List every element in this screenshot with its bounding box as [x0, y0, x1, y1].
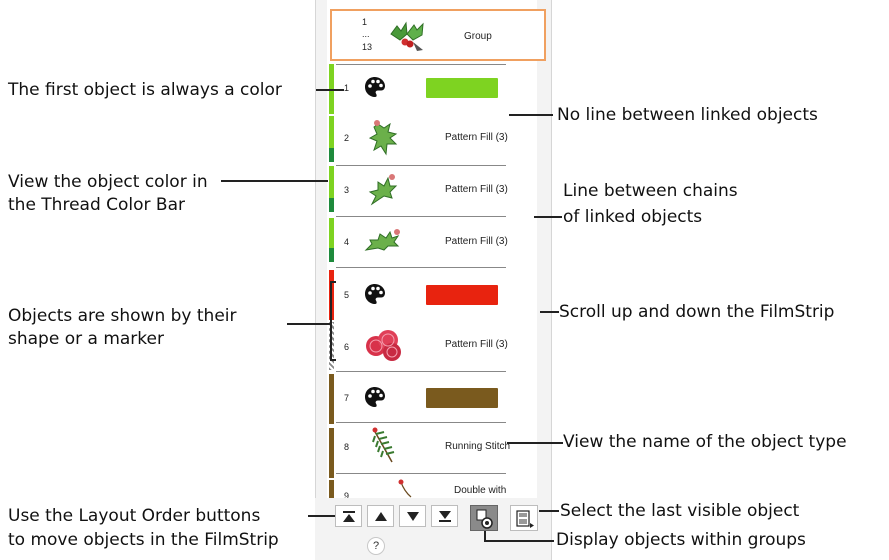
group-eye-icon: [476, 509, 493, 529]
callout-bracket: [330, 281, 336, 283]
thread-color-bar-green-4: [329, 218, 334, 248]
callout-layout-order-line2: to move objects in the FilmStrip: [8, 530, 279, 550]
thread-color-bar-green-2: [329, 116, 334, 148]
callout-bracket: [330, 359, 336, 361]
callout-line: [539, 510, 559, 512]
thread-color-bar-darkgreen-3: [329, 248, 334, 262]
group-range-end: 13: [362, 42, 373, 52]
row-label: Pattern Fill (3): [445, 339, 508, 350]
callout-line: [534, 216, 562, 218]
move-down-button[interactable]: [399, 505, 426, 527]
callout-line: [509, 114, 553, 116]
separator: [336, 371, 506, 372]
row-label: Pattern Fill (3): [445, 236, 508, 247]
row-number: 6: [344, 342, 350, 352]
thread-color-bar-brown-3: [329, 480, 334, 498]
holly-leaf-icon: [368, 120, 398, 156]
separator: [336, 422, 506, 423]
thread-color-bar-darkgreen-1: [329, 148, 334, 162]
thread-color-bar-brown-1: [329, 374, 334, 424]
row-number: 7: [344, 393, 350, 403]
callout-first-object: The first object is always a color: [8, 80, 282, 100]
palette-icon: [365, 284, 385, 304]
color-swatch: [426, 285, 498, 305]
thread-color-bar-brown-2: [329, 428, 334, 478]
holly-group-icon: [390, 21, 424, 51]
callout-view-color-line1: View the object color in: [8, 172, 208, 192]
berries-icon: [366, 330, 401, 361]
thread-color-bar-darkgreen-2: [329, 198, 334, 212]
row-label: Pattern Fill (3): [445, 184, 508, 195]
group-label: Group: [464, 31, 492, 42]
group-row[interactable]: 1 ... 13 Group: [330, 9, 546, 61]
holly-leaf-icon: [368, 174, 398, 206]
row-label: Running Stitch: [445, 441, 511, 452]
separator: [336, 267, 506, 268]
row-number: 4: [344, 237, 350, 247]
palette-icon: [365, 387, 385, 407]
callout-line: [287, 323, 330, 325]
move-up-button[interactable]: [367, 505, 394, 527]
row-label: Double with: [454, 485, 507, 496]
separator: [336, 216, 506, 217]
callout-objects-shown-line1: Objects are shown by their: [8, 306, 237, 326]
callout-line: [507, 442, 563, 444]
row-number: 2: [344, 133, 350, 143]
callout-line: [540, 311, 559, 313]
callout-bracket: [330, 281, 332, 360]
callout-view-name: View the name of the object type: [563, 432, 847, 452]
callout-scroll: Scroll up and down the FilmStrip: [559, 302, 835, 322]
callout-line: [484, 540, 554, 542]
callout-display-groups: Display objects within groups: [556, 530, 806, 550]
callout-layout-order-line1: Use the Layout Order buttons: [8, 506, 261, 526]
select-last-visible-button[interactable]: [510, 505, 538, 531]
callout-select-last: Select the last visible object: [560, 501, 800, 521]
row-number: 3: [344, 185, 350, 195]
callout-line: [221, 180, 328, 182]
stitch-preview-icon: [398, 479, 412, 498]
callout-no-line: No line between linked objects: [557, 105, 818, 125]
row-number: 1: [344, 83, 350, 93]
callout-view-color-line2: the Thread Color Bar: [8, 195, 186, 215]
separator: [336, 165, 506, 166]
help-button[interactable]: ?: [367, 537, 385, 555]
move-to-end-button[interactable]: [431, 505, 458, 527]
callout-line-between-line2: of linked objects: [563, 207, 703, 227]
separator: [336, 64, 506, 65]
group-range-start: 1: [362, 17, 368, 27]
separator: [336, 473, 506, 474]
callout-line: [308, 515, 335, 517]
palette-icon: [365, 77, 385, 97]
row-number: 8: [344, 442, 350, 452]
callout-line-between-line1: Line between chains: [563, 181, 738, 201]
group-range-dots: ...: [362, 29, 370, 39]
select-last-icon: [516, 510, 534, 528]
color-swatch: [426, 388, 498, 408]
thread-color-bar-green-3: [329, 166, 334, 198]
running-stitch-icon: [372, 427, 395, 463]
row-label: Pattern Fill (3): [445, 132, 508, 143]
color-swatch: [426, 78, 498, 98]
row-number: 5: [344, 290, 350, 300]
display-within-groups-button[interactable]: [470, 505, 498, 531]
callout-objects-shown-line2: shape or a marker: [8, 329, 164, 349]
holly-leaf-icon: [364, 229, 400, 251]
callout-line: [316, 89, 344, 91]
filmstrip-list[interactable]: [327, 0, 537, 498]
move-to-start-button[interactable]: [335, 505, 362, 527]
